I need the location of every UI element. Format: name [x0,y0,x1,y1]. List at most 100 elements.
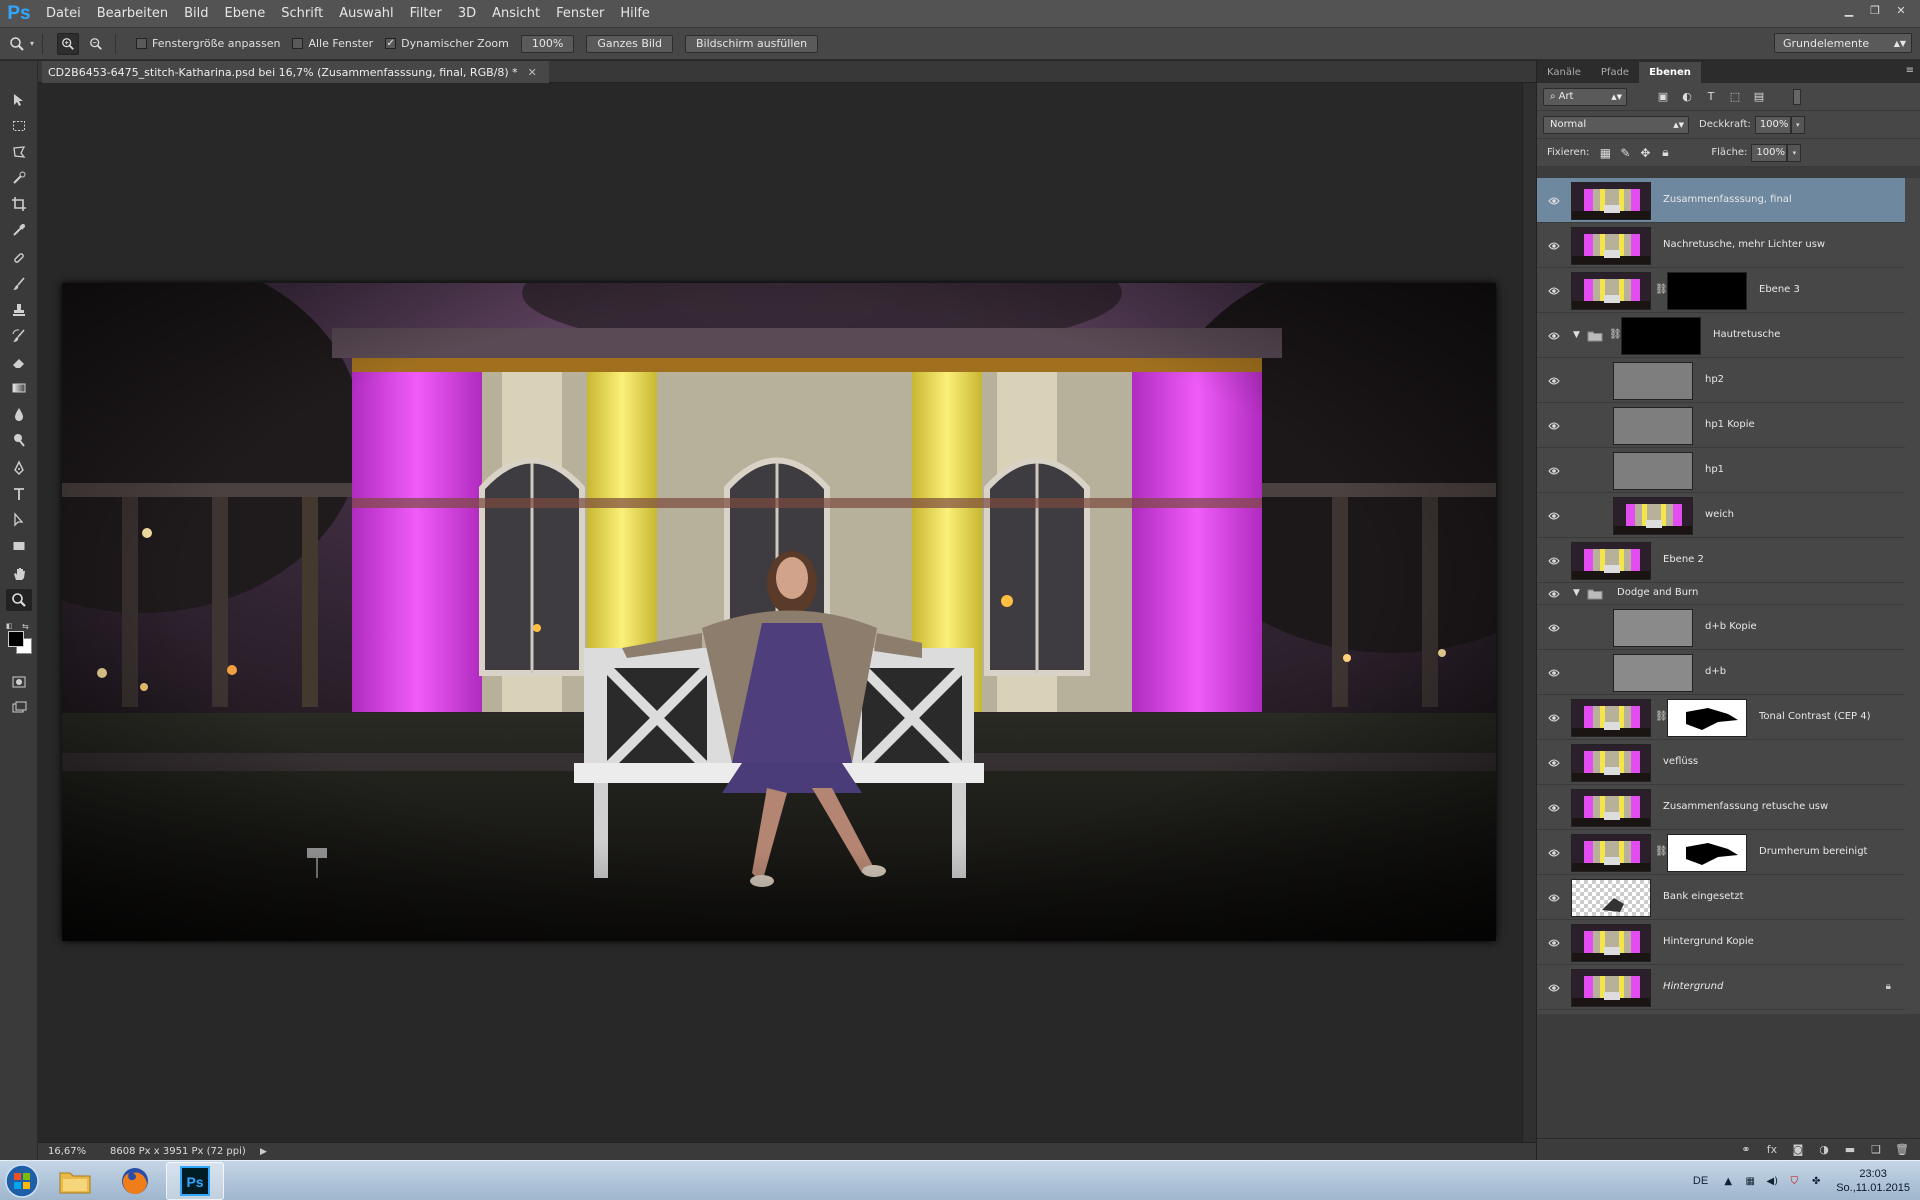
layer-thumbnail[interactable] [1571,833,1651,872]
swap-colors-icon[interactable]: ⇆ [22,622,29,631]
layer-thumbnail[interactable] [1613,653,1693,692]
menu-filter[interactable]: Filter [402,0,450,28]
document-tab[interactable]: CD2B6453-6475_stitch-Katharina.psd bei 1… [42,61,549,83]
adjustment-layer-icon[interactable]: ◑ [1817,1143,1831,1157]
layer-thumbnail[interactable] [1613,496,1693,535]
layer-thumbnail[interactable] [1571,743,1651,782]
eye-icon[interactable] [1547,621,1561,635]
eye-icon[interactable] [1547,666,1561,680]
default-colors-icon[interactable]: ◧ [6,622,13,630]
eye-icon[interactable] [1547,936,1561,950]
fill-screen-button[interactable]: Bildschirm ausfüllen [684,34,819,53]
blend-mode-select[interactable]: Normal ▲▼ [1543,115,1689,134]
layer-row[interactable]: ⛓ Drumherum bereinigt [1537,830,1905,875]
layer-thumbnail[interactable] [1571,541,1651,580]
pixel-layer-filter-icon[interactable]: ▣ [1653,89,1673,105]
eye-icon[interactable] [1547,239,1561,253]
layer-row[interactable]: Zusammenfasssung, final [1537,178,1905,223]
close-icon[interactable]: ✕ [528,66,537,79]
layer-row[interactable]: Bank eingesetzt [1537,875,1905,920]
mask-link-icon[interactable]: ⛓ [1609,329,1622,340]
lock-pixels-icon[interactable]: ✎ [1617,145,1633,161]
eye-icon[interactable] [1547,419,1561,433]
show-hidden-icons-icon[interactable]: ▲ [1720,1173,1736,1189]
layer-row[interactable]: hp1 [1537,448,1905,493]
vertical-scrollbar[interactable] [1522,83,1536,1142]
eye-icon[interactable] [1547,711,1561,725]
panel-menu-icon[interactable]: ≡ [1906,65,1914,76]
move-tool-icon[interactable] [6,89,32,111]
layer-filter-select[interactable]: ⌕ Art ▲▼ [1543,87,1627,106]
layer-mask-thumbnail[interactable] [1667,271,1747,310]
layer-thumbnail[interactable] [1571,181,1651,220]
layer-row[interactable]: d+b [1537,650,1905,695]
fit-window-checkbox[interactable]: Fenstergröße anpassen [136,37,280,50]
canvas-area[interactable] [38,83,1536,1142]
tab-pfade[interactable]: Pfade [1591,62,1639,83]
stamp-tool-icon[interactable] [6,299,32,321]
blur-tool-icon[interactable] [6,403,32,425]
fit-screen-button[interactable]: Ganzes Bild [586,34,673,53]
rectangle-tool-icon[interactable] [6,535,32,557]
eye-icon[interactable] [1547,509,1561,523]
layer-thumbnail[interactable] [1571,968,1651,1007]
layer-row[interactable]: Nachretusche, mehr Lichter usw [1537,223,1905,268]
pen-tool-icon[interactable] [6,457,32,479]
language-indicator[interactable]: DE [1693,1175,1708,1187]
group-expand-icon[interactable]: ▼ [1573,588,1580,598]
menu-3d[interactable]: 3D [450,0,484,28]
mask-link-icon[interactable]: ⛓ [1655,846,1668,857]
mask-link-icon[interactable]: ⛓ [1655,284,1668,295]
screen-mode-icon[interactable] [6,697,32,719]
fill-input[interactable]: 100% [1751,143,1788,162]
eye-icon[interactable] [1547,756,1561,770]
network-icon[interactable]: ▦ [1742,1173,1758,1189]
layer-group[interactable]: ▼ Dodge and Burn [1537,583,1905,605]
layer-row[interactable]: Ebene 2 [1537,538,1905,583]
all-windows-box[interactable] [292,38,304,49]
layer-thumbnail[interactable] [1571,878,1651,917]
layer-row[interactable]: ⛓ Ebene 3 [1537,268,1905,313]
dynamic-zoom-checkbox[interactable]: ✓ Dynamischer Zoom [385,37,509,50]
layer-thumbnail[interactable] [1571,698,1651,737]
layer-group[interactable]: ▼ ⛓ Hautretusche [1537,313,1905,358]
eye-icon[interactable] [1547,587,1561,601]
security-shield-icon[interactable]: ⛉ [1786,1173,1802,1189]
adjustment-filter-icon[interactable]: ◐ [1677,89,1697,105]
tray-app-icon[interactable]: ✤ [1808,1173,1824,1189]
workspace-select[interactable]: Grundelemente ▲▼ [1774,33,1912,53]
layer-row[interactable]: veflüss [1537,740,1905,785]
hand-tool-icon[interactable] [6,563,32,585]
tab-ebenen[interactable]: Ebenen [1639,62,1701,83]
zoom-tool-icon[interactable] [6,589,32,611]
foreground-color-swatch[interactable] [8,631,24,647]
firefox-taskbar-button[interactable] [106,1162,164,1200]
menu-schrift[interactable]: Schrift [273,0,331,28]
zoom-tool-preset-icon[interactable] [6,33,28,55]
dodge-tool-icon[interactable] [6,429,32,451]
eye-icon[interactable] [1547,981,1561,995]
quick-selection-tool-icon[interactable] [6,167,32,189]
eye-icon[interactable] [1547,284,1561,298]
menu-ansicht[interactable]: Ansicht [484,0,548,28]
layer-row[interactable]: Zusammenfassung retusche usw [1537,785,1905,830]
eye-icon[interactable] [1547,891,1561,905]
brush-tool-icon[interactable] [6,273,32,295]
filter-toggle[interactable] [1793,88,1801,105]
layer-style-icon[interactable]: fx [1765,1143,1779,1157]
fill-slider-icon[interactable]: ▾ [1787,143,1802,162]
layer-thumbnail[interactable] [1613,406,1693,445]
fit-window-box[interactable] [136,38,148,49]
eye-icon[interactable] [1547,554,1561,568]
tab-kanäle[interactable]: Kanäle [1537,62,1591,83]
start-button[interactable] [0,1161,44,1200]
shape-filter-icon[interactable]: ⬚ [1725,89,1745,105]
layer-row[interactable]: d+b Kopie [1537,605,1905,650]
lock-position-icon[interactable]: ✥ [1637,145,1653,161]
lock-all-icon[interactable]: 🔒︎ [1657,145,1673,161]
minimize-icon[interactable]: ▁ [1838,2,1860,18]
clock[interactable]: 23:03 So.,11.01.2015 [1836,1167,1910,1195]
zoom-level-field[interactable]: 16,67% [38,1146,90,1157]
crop-tool-icon[interactable] [6,193,32,215]
gradient-tool-icon[interactable] [6,377,32,399]
